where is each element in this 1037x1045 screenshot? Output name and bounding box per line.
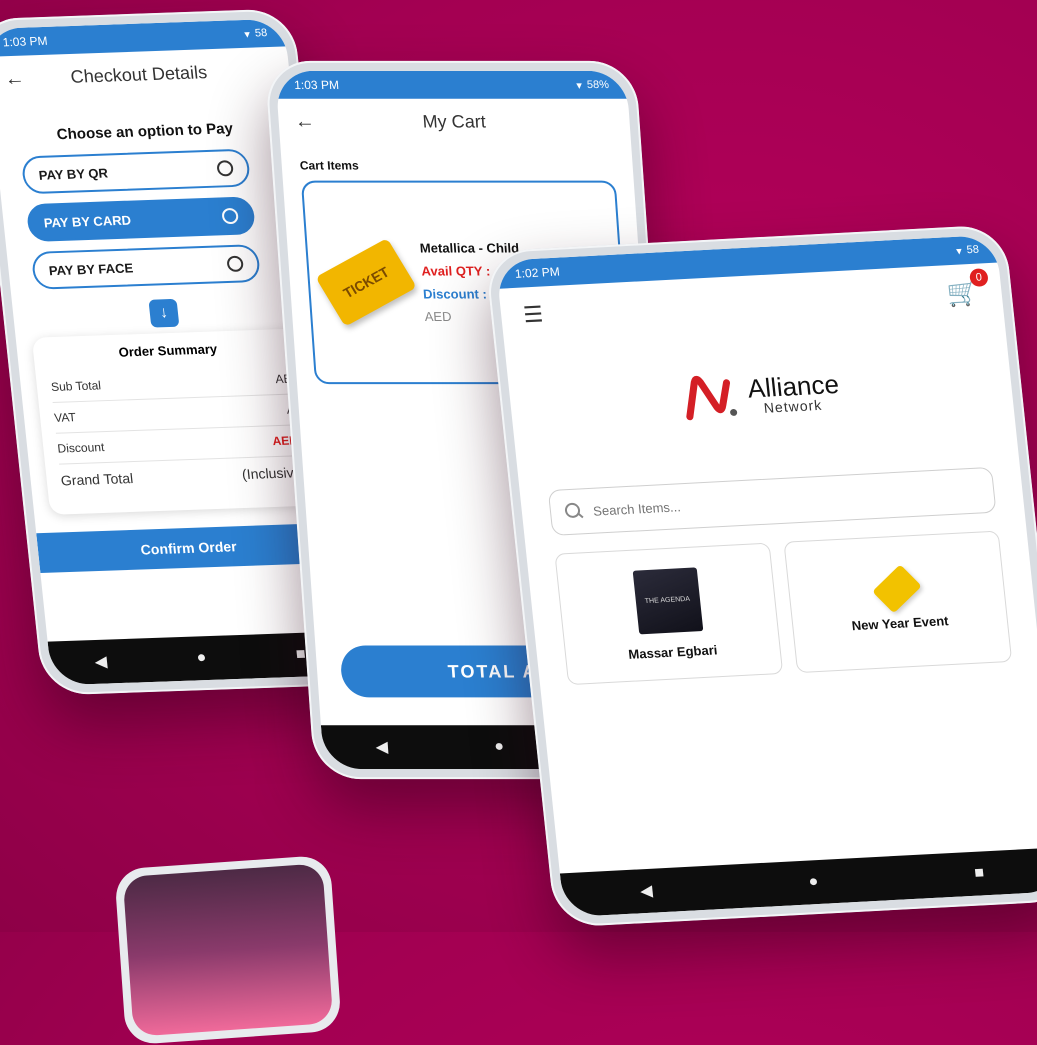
page-title: My Cart xyxy=(421,111,487,132)
app-bar: ← My Cart xyxy=(277,99,631,145)
signal-icon: ▾ xyxy=(243,28,251,41)
nav-home-icon[interactable]: ● xyxy=(196,649,208,667)
ticket-icon: TICKET xyxy=(315,238,417,327)
cart-icon[interactable]: 🛒 0 xyxy=(945,267,989,309)
pay-by-face-option[interactable]: PAY BY FACE xyxy=(30,244,262,290)
nav-home-icon[interactable]: ● xyxy=(494,738,505,756)
battery-level: 58 xyxy=(966,243,980,257)
signal-icon: ▾ xyxy=(575,79,583,92)
pay-by-qr-option[interactable]: PAY BY QR xyxy=(20,148,252,195)
nav-recents-icon[interactable]: ■ xyxy=(974,864,986,882)
events-grid: THE AGENDA Massar Egbari New Year Event xyxy=(554,530,1013,686)
back-arrow-icon[interactable]: ← xyxy=(3,67,35,91)
nav-home-icon[interactable]: ● xyxy=(808,873,820,891)
logo-text: Alliance Network xyxy=(746,369,841,416)
row-label: Sub Total xyxy=(50,378,102,394)
status-bar: 1:03 PM ▾ 58% xyxy=(275,70,628,99)
status-time: 1:02 PM xyxy=(514,264,561,281)
arrow-down-icon[interactable]: ↓ xyxy=(148,298,180,328)
event-name: Massar Egbari xyxy=(627,641,719,662)
nav-back-icon[interactable]: ◀ xyxy=(375,737,389,757)
row-label: Grand Total xyxy=(60,470,134,489)
pay-option-label: PAY BY CARD xyxy=(43,212,132,231)
logo-line2: Network xyxy=(762,396,823,416)
row-label: Discount xyxy=(56,440,106,456)
status-icons: ▾ 58 xyxy=(243,27,268,41)
app-bar: ← Checkout Details xyxy=(0,46,292,102)
pay-by-card-option[interactable]: PAY BY CARD xyxy=(25,196,257,243)
nav-back-icon[interactable]: ◀ xyxy=(639,881,653,902)
status-time: 1:03 PM xyxy=(1,33,49,50)
cart-count-badge: 0 xyxy=(968,267,989,287)
partial-phone xyxy=(114,854,342,1045)
search-input[interactable] xyxy=(590,482,981,520)
event-thumbnail: THE AGENDA xyxy=(632,566,703,634)
search-icon xyxy=(564,502,584,521)
home-phone: 1:02 PM ▾ 58 ☰ 🛒 0 Alliance Network Sear… xyxy=(484,224,1037,928)
back-arrow-icon[interactable]: ← xyxy=(294,110,326,133)
radio-unchecked-icon xyxy=(226,255,245,273)
radio-checked-icon xyxy=(221,207,239,225)
status-icons: ▾ 58% xyxy=(576,78,610,91)
signal-icon: ▾ xyxy=(955,245,963,258)
status-time: 1:03 PM xyxy=(293,77,340,92)
item-name: Metallica - Child xyxy=(419,240,520,256)
partial-phone-screen xyxy=(122,863,334,1037)
radio-unchecked-icon xyxy=(216,160,234,177)
event-card-massar-egbari[interactable]: THE AGENDA Massar Egbari xyxy=(554,542,784,686)
pay-option-label: PAY BY QR xyxy=(37,164,109,183)
row-label: VAT xyxy=(53,410,77,425)
confirm-order-button[interactable]: Confirm Order xyxy=(36,522,341,574)
nav-back-icon[interactable]: ◀ xyxy=(94,652,108,672)
search-bar[interactable] xyxy=(547,466,997,536)
pay-heading: Choose an option to Pay xyxy=(55,120,234,144)
order-summary-card: Order Summary Sub Total AE VAT A Discoun… xyxy=(31,328,319,515)
alliance-network-logo: Alliance Network xyxy=(508,358,1013,432)
battery-level: 58% xyxy=(586,78,610,91)
event-card-new-year[interactable]: New Year Event xyxy=(783,530,1013,674)
cart-items-label: Cart Items xyxy=(299,158,360,173)
status-icons: ▾ 58 xyxy=(955,243,980,258)
order-summary-title: Order Summary xyxy=(117,341,218,360)
battery-level: 58 xyxy=(254,27,268,40)
pay-option-label: PAY BY FACE xyxy=(48,259,134,278)
page-title: Checkout Details xyxy=(69,61,208,87)
hamburger-menu-icon[interactable]: ☰ xyxy=(522,301,544,328)
logo-mark-icon xyxy=(686,375,738,421)
event-name: New Year Event xyxy=(850,612,950,633)
home-screen: 1:02 PM ▾ 58 ☰ 🛒 0 Alliance Network Sear… xyxy=(495,234,1037,918)
ticket-icon xyxy=(871,563,922,613)
